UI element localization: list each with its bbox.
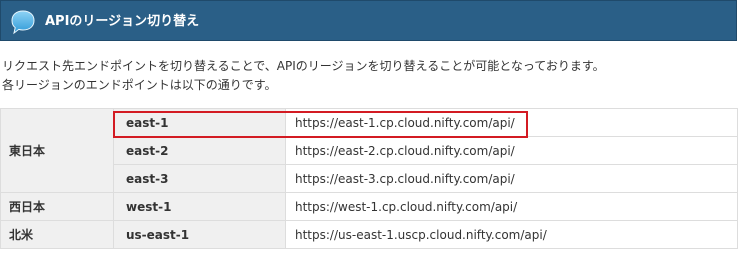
intro-line-2: 各リージョンのエンドポイントは以下の通りです。 <box>2 78 277 92</box>
page-title: APIのリージョン切り替え <box>45 14 200 29</box>
endpoint-cell: https://us-east-1.uscp.cloud.nifty.com/a… <box>285 220 738 249</box>
intro-line-1: リクエスト先エンドポイントを切り替えることで、APIのリージョンを切り替えること… <box>2 59 605 73</box>
area-cell: 北米 <box>0 220 114 249</box>
endpoint-cell: https://east-1.cp.cloud.nifty.com/api/ <box>285 108 738 137</box>
area-cell: 西日本 <box>0 192 114 221</box>
area-cell: 東日本 <box>0 108 114 193</box>
region-cell: east-3 <box>113 164 286 193</box>
intro-text: リクエスト先エンドポイントを切り替えることで、APIのリージョンを切り替えること… <box>2 57 605 95</box>
table-row: 東日本 east-1 https://east-1.cp.cloud.nifty… <box>0 108 738 193</box>
endpoint-cell: https://east-3.cp.cloud.nifty.com/api/ <box>285 164 738 193</box>
endpoint-cell: https://east-2.cp.cloud.nifty.com/api/ <box>285 136 738 165</box>
section-header: APIのリージョン切り替え <box>0 0 737 41</box>
table-row: 西日本 west-1 https://west-1.cp.cloud.nifty… <box>0 192 738 221</box>
region-cell: east-1 <box>113 108 286 137</box>
speech-bubble-icon <box>11 10 35 35</box>
endpoint-cell: https://west-1.cp.cloud.nifty.com/api/ <box>285 192 738 221</box>
region-endpoint-table: 東日本 east-1 https://east-1.cp.cloud.nifty… <box>0 108 738 249</box>
region-cell: us-east-1 <box>113 220 286 249</box>
region-cell: west-1 <box>113 192 286 221</box>
region-cell: east-2 <box>113 136 286 165</box>
table-row: 北米 us-east-1 https://us-east-1.uscp.clou… <box>0 220 738 249</box>
